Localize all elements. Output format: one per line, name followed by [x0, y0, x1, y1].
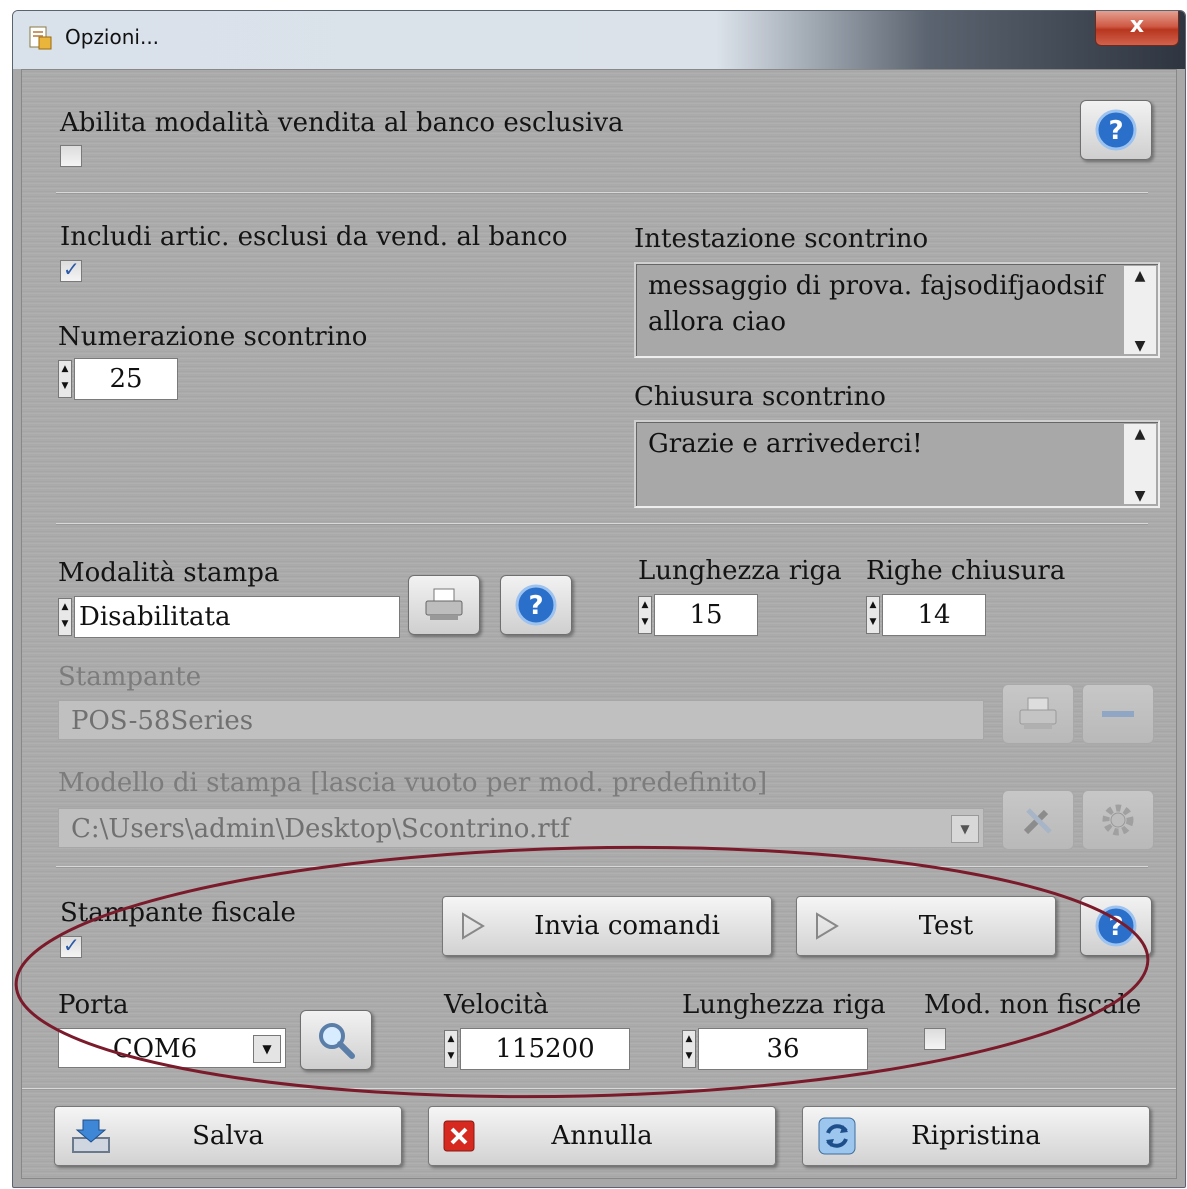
template-settings-button[interactable] — [1082, 790, 1154, 850]
printer-label: Stampante — [58, 662, 202, 692]
scroll-down-icon[interactable]: ▼ — [1124, 488, 1156, 504]
scroll-up-icon[interactable]: ▲ — [1124, 426, 1156, 442]
close-button[interactable]: x — [1095, 11, 1179, 46]
search-icon — [319, 1023, 355, 1059]
fiscal-line-length-label: Lunghezza riga — [682, 990, 886, 1020]
send-commands-label: Invia comandi — [534, 911, 720, 941]
separator — [56, 523, 1148, 525]
spinner-arrows-icon[interactable]: ▲ ▼ — [58, 360, 72, 398]
separator — [22, 1088, 1176, 1090]
include-articles-label: Includi artic. esclusi da vend. al banco — [60, 222, 568, 252]
printer-field[interactable]: POS-58Series — [58, 700, 984, 740]
window-title: Opzioni... — [65, 25, 160, 49]
reset-label: Ripristina — [911, 1121, 1041, 1151]
scroll-down-icon[interactable]: ▼ — [1124, 338, 1156, 354]
separator — [56, 866, 1148, 868]
receipt-header-label: Intestazione scontrino — [634, 224, 929, 254]
printer-icon — [1019, 697, 1057, 729]
printer-remove-button[interactable] — [1082, 684, 1154, 744]
help-icon: ? — [515, 584, 557, 626]
test-button[interactable]: Test — [796, 896, 1056, 956]
options-window: Opzioni... x Abilita modalità vendita al… — [12, 10, 1186, 1188]
reset-button[interactable]: Ripristina — [802, 1106, 1150, 1166]
port-value: COM6 — [112, 1034, 198, 1064]
include-articles-checkbox[interactable] — [60, 257, 82, 282]
title-bar[interactable]: Opzioni... x — [13, 11, 1185, 69]
gear-icon — [1102, 804, 1134, 836]
spinner-arrows-icon[interactable]: ▲ ▼ — [866, 596, 880, 634]
print-mode-value[interactable]: Disabilitata — [74, 596, 400, 638]
help-button-fiscal[interactable]: ? — [1080, 896, 1152, 956]
receipt-closing-text: Grazie e arrivederci! — [648, 429, 923, 459]
print-mode-label: Modalità stampa — [58, 558, 280, 588]
separator — [56, 192, 1148, 194]
receipt-header-text: messaggio di prova. fajsodifjaodsif allo… — [648, 271, 1105, 337]
line-length-label: Lunghezza riga — [638, 556, 842, 586]
receipt-numbering-value[interactable]: 25 — [74, 358, 178, 400]
exclusive-mode-label: Abilita modalità vendita al banco esclus… — [60, 108, 624, 138]
send-commands-button[interactable]: Invia comandi — [442, 896, 772, 956]
options-panel: Abilita modalità vendita al banco esclus… — [21, 69, 1177, 1179]
spinner-arrows-icon[interactable]: ▲ ▼ — [444, 1030, 458, 1068]
receipt-closing-label: Chiusura scontrino — [634, 382, 886, 412]
spinner-arrows-icon[interactable]: ▲ ▼ — [638, 596, 652, 634]
receipt-closing-textarea[interactable]: Grazie e arrivederci! ▲ ▼ — [634, 420, 1160, 508]
printer-icon — [425, 588, 463, 620]
help-button-print-mode[interactable]: ? — [500, 575, 572, 635]
app-icon — [29, 26, 52, 50]
exclusive-mode-checkbox[interactable] — [60, 145, 82, 167]
close-icon: x — [1129, 13, 1145, 38]
non-fiscal-mode-label: Mod. non fiscale — [924, 990, 1142, 1020]
search-port-button[interactable] — [300, 1010, 372, 1070]
help-icon: ? — [1095, 109, 1137, 151]
receipt-header-textarea[interactable]: messaggio di prova. fajsodifjaodsif allo… — [634, 262, 1160, 358]
port-label: Porta — [58, 990, 129, 1020]
speed-value[interactable]: 115200 — [460, 1028, 630, 1070]
speed-label: Velocità — [444, 990, 549, 1020]
chevron-down-icon[interactable]: ▼ — [253, 1035, 281, 1063]
print-template-field[interactable]: C:\Users\admin\Desktop\Scontrino.rtf ▼ — [58, 808, 984, 848]
receipt-numbering-label: Numerazione scontrino — [58, 322, 368, 352]
non-fiscal-mode-checkbox[interactable] — [924, 1028, 946, 1050]
template-edit-button[interactable] — [1002, 790, 1074, 850]
scroll-up-icon[interactable]: ▲ — [1124, 268, 1156, 284]
save-button[interactable]: Salva — [54, 1106, 402, 1166]
print-template-value: C:\Users\admin\Desktop\Scontrino.rtf — [71, 814, 570, 844]
spinner-arrows-icon[interactable]: ▲ ▼ — [58, 598, 72, 636]
print-template-label: Modello di stampa [lascia vuoto per mod.… — [58, 768, 768, 798]
cancel-button[interactable]: Annulla — [428, 1106, 776, 1166]
help-button-exclusive[interactable]: ? — [1080, 100, 1152, 160]
cancel-label: Annulla — [551, 1121, 653, 1151]
save-label: Salva — [192, 1121, 264, 1151]
chevron-down-icon[interactable]: ▼ — [951, 815, 979, 843]
port-select[interactable]: COM6 ▼ — [58, 1028, 286, 1068]
tools-icon — [1023, 808, 1052, 835]
help-icon: ? — [1095, 905, 1137, 947]
fiscal-line-length-value[interactable]: 36 — [698, 1028, 868, 1070]
svg-text:?: ? — [1108, 912, 1123, 942]
line-length-value[interactable]: 15 — [654, 594, 758, 636]
fiscal-printer-checkbox[interactable] — [60, 933, 82, 958]
closing-rows-value[interactable]: 14 — [882, 594, 986, 636]
test-label: Test — [918, 911, 974, 941]
scrollbar[interactable]: ▲ ▼ — [1124, 424, 1156, 504]
fiscal-printer-label: Stampante fiscale — [60, 898, 296, 928]
svg-text:?: ? — [528, 591, 543, 621]
printer-select-button[interactable] — [1002, 684, 1074, 744]
minus-icon — [1102, 711, 1134, 717]
scrollbar[interactable]: ▲ ▼ — [1124, 266, 1156, 354]
spinner-arrows-icon[interactable]: ▲ ▼ — [682, 1030, 696, 1068]
closing-rows-label: Righe chiusura — [866, 556, 1066, 586]
svg-text:?: ? — [1108, 116, 1123, 146]
printer-setup-button[interactable] — [408, 575, 480, 635]
